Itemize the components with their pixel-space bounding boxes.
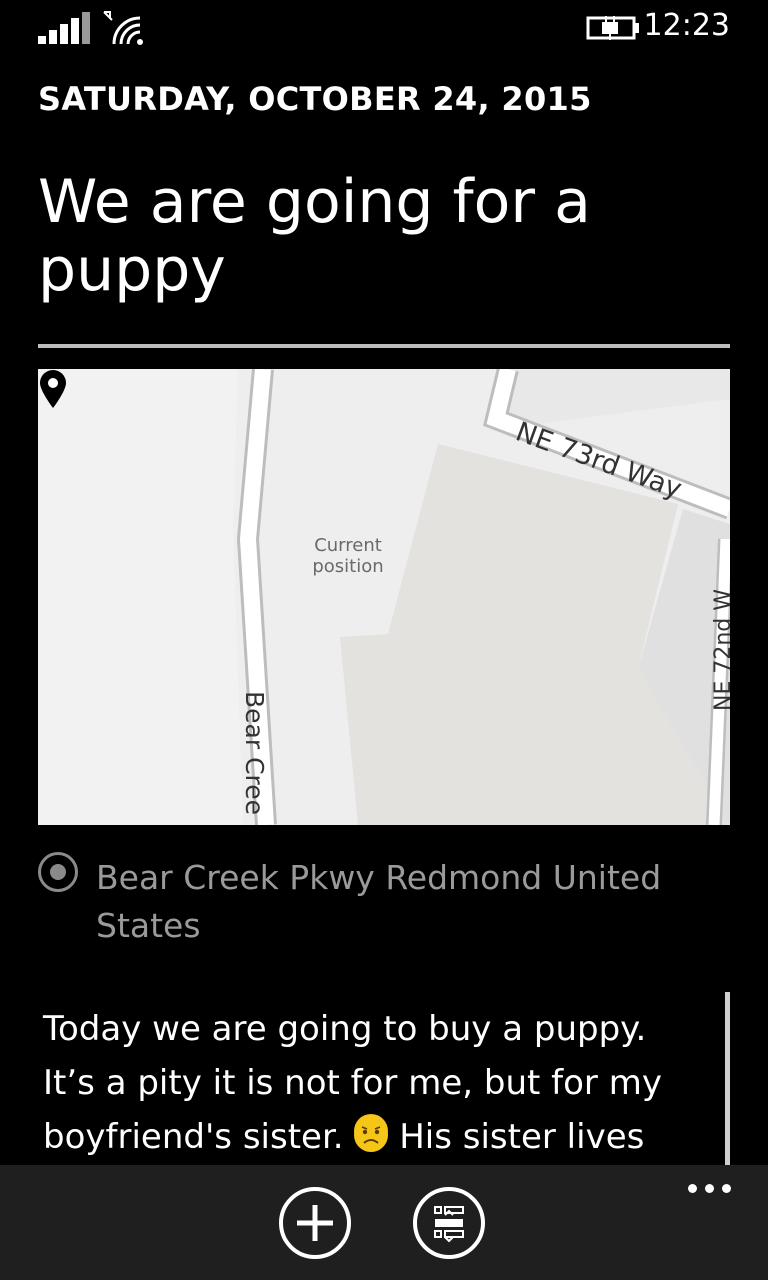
entry-date: SATURDAY, OCTOBER 24, 2015 xyxy=(38,80,592,118)
format-icon xyxy=(434,1206,464,1243)
more-dot xyxy=(688,1184,697,1193)
signal-strength-icon xyxy=(38,12,90,44)
map-pin-icon[interactable] xyxy=(38,369,68,409)
status-bar: 12:23 xyxy=(0,0,768,60)
clock: 12:23 xyxy=(643,8,730,43)
body-line-1: Today we are going to buy a puppy. xyxy=(43,1009,647,1049)
confused-face-emoji-icon xyxy=(354,1114,389,1152)
more-options-button[interactable] xyxy=(686,1179,734,1199)
map-canvas: NE 73rd Way Bear Cree NE 72nd W xyxy=(38,369,730,825)
add-icon xyxy=(297,1205,333,1241)
battery-charging-icon xyxy=(586,16,639,40)
entry-title[interactable]: We are going for a puppy xyxy=(38,168,730,304)
format-button[interactable] xyxy=(413,1187,485,1259)
more-dot xyxy=(722,1184,731,1193)
body-line-3-start: boyfriend's sister. xyxy=(43,1117,344,1157)
scroll-indicator[interactable] xyxy=(725,992,730,1168)
street-label-ne-72nd: NE 72nd W xyxy=(711,589,730,711)
add-button[interactable] xyxy=(279,1187,351,1259)
body-line-3-end: His sister lives xyxy=(399,1117,645,1157)
location-map[interactable]: NE 73rd Way Bear Cree NE 72nd W Current … xyxy=(38,369,730,825)
wifi-icon xyxy=(103,11,143,45)
more-dot xyxy=(705,1184,714,1193)
current-position-label: Current position xyxy=(312,535,384,577)
entry-body[interactable]: Today we are going to buy a puppy. It’s … xyxy=(43,1002,713,1164)
street-label-bear-creek: Bear Cree xyxy=(240,691,269,815)
title-underline xyxy=(38,344,730,348)
location-address: Bear Creek Pkwy Redmond United States xyxy=(96,858,662,945)
location-radio-icon[interactable] xyxy=(38,852,78,892)
body-line-2: It’s a pity it is not for me, but for my xyxy=(43,1063,662,1103)
app-bar xyxy=(0,1165,768,1280)
